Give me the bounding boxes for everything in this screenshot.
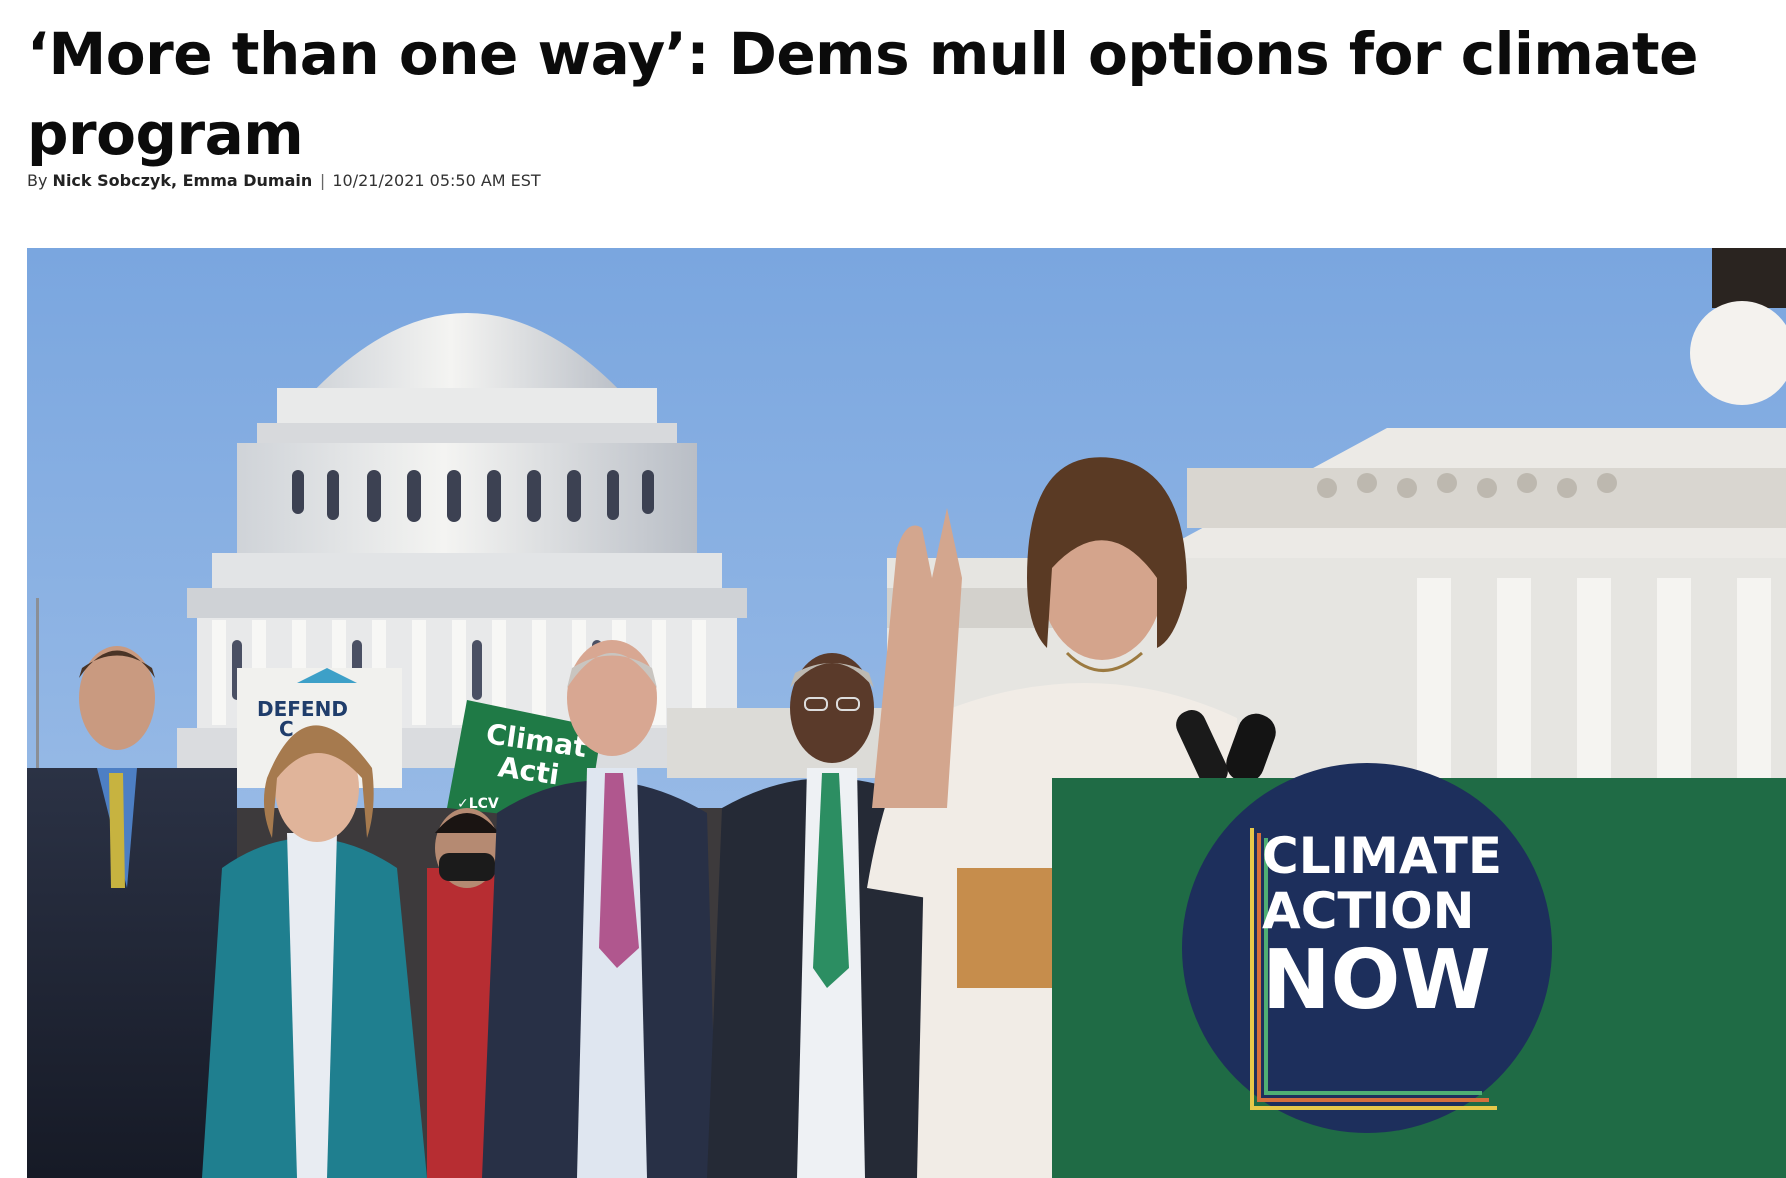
byline-prefix: By [27,171,48,190]
author-separator: , [170,171,183,190]
article-headline: ‘More than one way’: Dems mull options f… [27,20,1699,168]
byline-timestamp: 10/21/2021 05:50 AM EST [332,171,541,190]
hero-image: DEFEND C Climat Acti ✓LCV CLIMATE ACTION… [27,248,1786,1178]
byline-divider: | [319,171,326,190]
hero-photo-illustration: DEFEND C Climat Acti ✓LCV CLIMATE ACTION… [27,248,1786,1178]
byline-authors: Nick Sobczyk, Emma Dumain [53,171,318,190]
article-byline: By Nick Sobczyk, Emma Dumain | 10/21/202… [27,171,541,190]
author-link-nick-sobczyk[interactable]: Nick Sobczyk [53,171,171,190]
podium-sign: CLIMATE ACTION NOW [1052,763,1786,1178]
podium-text-climate: CLIMATE [1262,827,1502,885]
author-link-emma-dumain[interactable]: Emma Dumain [183,171,313,190]
podium-text-now: NOW [1262,933,1491,1028]
lectern [957,868,1057,988]
white-sign-text-1: DEFEND [257,697,348,721]
podium-text-action: ACTION [1262,882,1474,940]
